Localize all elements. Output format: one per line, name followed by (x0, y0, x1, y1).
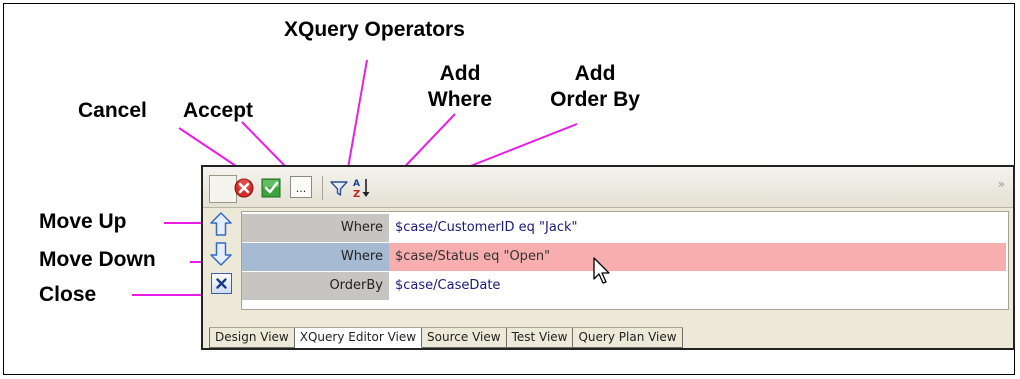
move-down-button[interactable] (208, 240, 234, 267)
callout-add-order-line1: Add (574, 62, 616, 85)
arrow-down-icon (210, 242, 232, 266)
callout-add-order-line2: Order By (550, 88, 640, 111)
clause-row[interactable]: Where $case/CustomerID eq "Jack" (242, 214, 1008, 242)
callout-add-where-line1: Add (439, 62, 481, 85)
arrow-up-icon (210, 212, 232, 236)
clause-expression-cell[interactable]: $case/CaseDate (389, 272, 1006, 300)
tab-query-plan-view[interactable]: Query Plan View (573, 328, 683, 348)
clause-grid: Where $case/CustomerID eq "Jack" Where $… (241, 211, 1009, 310)
callout-xquery-operators: XQuery Operators (284, 18, 465, 41)
editor-toolbar: ... A Z » (203, 167, 1013, 208)
add-order-by-button[interactable]: A Z (351, 177, 377, 200)
clause-kind-cell: OrderBy (242, 272, 389, 300)
tab-test-view[interactable]: Test View (506, 328, 574, 348)
callout-add-where-line2: Where (427, 88, 493, 111)
clause-expression-cell[interactable]: $case/CustomerID eq "Jack" (389, 214, 1006, 242)
clause-row[interactable]: OrderBy $case/CaseDate (242, 272, 1008, 300)
toolbar-separator (322, 176, 323, 200)
view-tabs: Design View XQuery Editor View Source Vi… (209, 327, 683, 348)
accept-button[interactable] (260, 177, 282, 199)
close-x-icon (216, 278, 227, 289)
callout-close: Close (39, 283, 97, 306)
move-up-button[interactable] (208, 211, 234, 238)
close-button[interactable] (211, 273, 232, 294)
add-where-button[interactable] (328, 177, 350, 199)
tab-xquery-editor-view[interactable]: XQuery Editor View (294, 328, 423, 348)
clause-expression-cell[interactable]: $case/Status eq "Open" (389, 243, 1006, 271)
tab-source-view[interactable]: Source View (422, 328, 507, 348)
svg-text:A: A (353, 179, 360, 189)
filter-funnel-icon (330, 181, 348, 196)
callout-move-down: Move Down (39, 248, 156, 271)
cancel-button[interactable] (233, 177, 255, 199)
xquery-operators-button[interactable]: ... (290, 176, 312, 198)
clause-kind-cell: Where (242, 243, 389, 271)
svg-text:Z: Z (353, 189, 360, 199)
accept-icon (261, 178, 281, 198)
callout-cancel: Cancel (78, 99, 147, 122)
cancel-icon (234, 178, 254, 198)
tab-design-view[interactable]: Design View (209, 328, 295, 348)
clause-row-selected[interactable]: Where $case/Status eq "Open" (242, 243, 1008, 271)
sort-az-icon: A Z (353, 179, 370, 200)
toolbar-overflow-icon[interactable]: » (998, 177, 1005, 191)
callout-move-up: Move Up (39, 210, 127, 233)
callout-accept: Accept (183, 99, 254, 122)
clause-kind-cell: Where (242, 214, 389, 242)
mouse-pointer-icon (593, 257, 610, 284)
